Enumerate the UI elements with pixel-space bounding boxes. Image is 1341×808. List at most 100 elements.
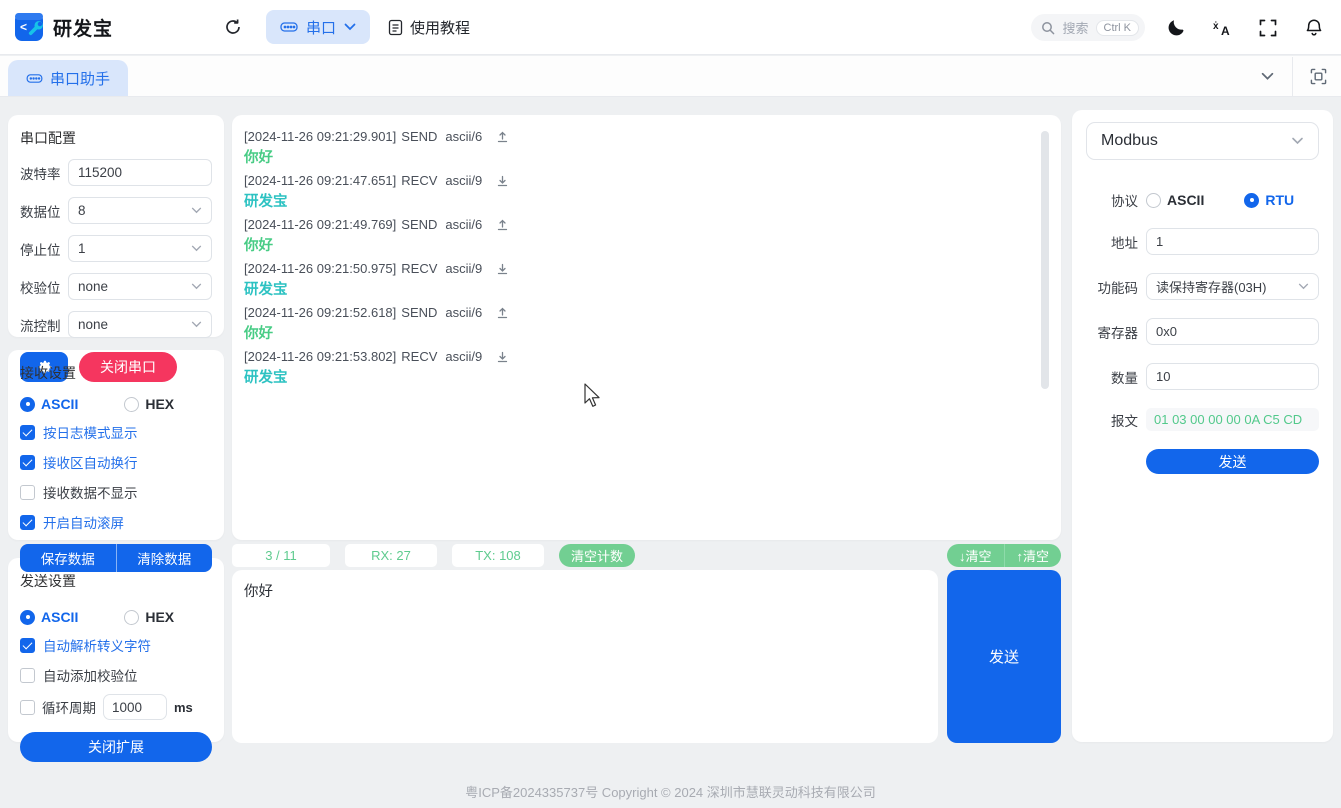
log-entry-header: [2024-11-26 09:21:49.769] SEND ascii/6 (244, 217, 1037, 232)
radio-hex[interactable] (124, 610, 139, 625)
document-icon (388, 19, 403, 36)
tab-serial-assistant[interactable]: 串口助手 (8, 60, 128, 96)
upload-icon[interactable] (497, 219, 508, 231)
hide-data-label: 接收数据不显示 (43, 482, 138, 502)
receive-mode-radios: ASCII HEX (20, 396, 212, 412)
data-bits-select[interactable]: 8 (68, 197, 212, 224)
status-bar: 3 / 11 RX: 27 TX: 108 清空计数 ↓清空 ↑清空 (232, 544, 1061, 567)
upload-icon[interactable] (497, 131, 508, 143)
footer-copyright: 粤ICP备2024335737号 Copyright © 2024 深圳市慧联灵… (0, 782, 1341, 801)
flow-control-label: 流控制 (20, 315, 68, 335)
log-entry: [2024-11-26 09:21:29.901] SEND ascii/6 你… (244, 129, 1037, 167)
log-mode-row: 按日志模式显示 (20, 422, 212, 442)
stop-bits-select[interactable]: 1 (68, 235, 212, 262)
loop-period-checkbox[interactable] (20, 700, 35, 715)
address-label: 地址 (1086, 232, 1138, 252)
tool-menu-button[interactable]: 串口 (266, 10, 370, 44)
search-input[interactable]: 搜索 Ctrl K (1031, 14, 1145, 41)
escape-parse-checkbox[interactable] (20, 638, 35, 653)
function-code-select[interactable]: 读保持寄存器(03H) (1146, 273, 1319, 300)
log-format: ascii/6 (445, 217, 482, 232)
download-icon[interactable] (497, 351, 508, 363)
notification-bell-icon[interactable] (1299, 13, 1329, 43)
clear-data-button[interactable]: 清除数据 (117, 544, 213, 572)
stop-bits-label: 停止位 (20, 239, 68, 259)
serial-config-panel: 串口配置 波特率 115200 数据位 8 停止位 1 (8, 115, 224, 337)
register-input[interactable]: 0x0 (1146, 318, 1319, 345)
dark-mode-toggle[interactable] (1161, 13, 1191, 43)
stop-bits-value: 1 (78, 241, 86, 256)
app-title: 研发宝 (53, 14, 113, 41)
logo-wrap[interactable]: < 研发宝 (0, 12, 218, 42)
download-icon[interactable] (497, 263, 508, 275)
parity-value: none (78, 279, 108, 294)
radio-modbus-rtu[interactable] (1244, 193, 1259, 208)
radio-ascii[interactable] (20, 397, 35, 412)
clear-receive-button[interactable]: ↓清空 (947, 544, 1005, 567)
extension-select[interactable]: Modbus (1086, 122, 1319, 160)
download-icon[interactable] (497, 175, 508, 187)
hide-data-checkbox[interactable] (20, 485, 35, 500)
moon-icon (1167, 18, 1186, 37)
divider (1292, 57, 1293, 97)
svg-text:<: < (20, 20, 27, 34)
auto-scroll-checkbox[interactable] (20, 515, 35, 530)
send-textarea[interactable]: 你好 (232, 570, 938, 743)
modbus-send-button[interactable]: 发送 (1146, 449, 1319, 474)
baud-input[interactable]: 115200 (68, 159, 212, 186)
loop-period-row: 循环周期 1000 ms (20, 694, 212, 720)
refresh-icon[interactable] (218, 12, 248, 42)
tabbar-actions (1252, 56, 1333, 97)
hide-data-row: 接收数据不显示 (20, 482, 212, 502)
log-direction: SEND (401, 129, 437, 144)
quantity-label: 数量 (1086, 367, 1138, 387)
radio-modbus-rtu-label: RTU (1265, 192, 1294, 208)
address-input[interactable]: 1 (1146, 228, 1319, 255)
parity-select[interactable]: none (68, 273, 212, 300)
close-serial-button[interactable]: 关闭串口 (79, 352, 177, 382)
serial-port-icon (280, 21, 298, 33)
maximize-pane-icon[interactable] (1303, 62, 1333, 92)
log-message: 研发宝 (244, 278, 1037, 299)
register-value: 0x0 (1156, 324, 1177, 339)
auto-wrap-checkbox[interactable] (20, 455, 35, 470)
radio-hex-label: HEX (145, 396, 174, 412)
fullscreen-icon[interactable] (1253, 13, 1283, 43)
baud-row: 波特率 115200 (20, 159, 212, 186)
tutorial-link[interactable]: 使用教程 (388, 17, 470, 38)
log-message: 你好 (244, 234, 1037, 255)
send-button[interactable]: 发送 (947, 570, 1061, 743)
panel-title: 串口配置 (20, 128, 212, 148)
radio-ascii[interactable] (20, 610, 35, 625)
quantity-input[interactable]: 10 (1146, 363, 1319, 390)
stop-bits-row: 停止位 1 (20, 235, 212, 262)
receive-log-area[interactable]: [2024-11-26 09:21:29.901] SEND ascii/6 你… (232, 115, 1061, 540)
clear-count-button[interactable]: 清空计数 (559, 544, 635, 567)
loop-period-input[interactable]: 1000 (103, 694, 167, 720)
flow-control-value: none (78, 317, 108, 332)
escape-parse-label: 自动解析转义字符 (43, 635, 151, 655)
radio-modbus-ascii[interactable] (1146, 193, 1161, 208)
main-area: [2024-11-26 09:21:29.901] SEND ascii/6 你… (232, 115, 1061, 743)
log-timestamp: [2024-11-26 09:21:53.802] (244, 349, 396, 364)
radio-hex[interactable] (124, 397, 139, 412)
tab-list-chevron-icon[interactable] (1252, 62, 1282, 92)
log-entry: [2024-11-26 09:21:50.975] RECV ascii/9 研… (244, 261, 1037, 299)
auto-checksum-checkbox[interactable] (20, 668, 35, 683)
close-extension-button[interactable]: 关闭扩展 (20, 732, 212, 762)
chevron-down-icon (191, 207, 202, 214)
log-direction: SEND (401, 217, 437, 232)
log-entry: [2024-11-26 09:21:47.651] RECV ascii/9 研… (244, 173, 1037, 211)
clear-send-button[interactable]: ↑清空 (1005, 544, 1062, 567)
language-toggle[interactable]: ẋ A (1207, 13, 1237, 43)
message-row: 报文 01 03 00 00 00 0A C5 CD (1086, 408, 1319, 431)
upload-icon[interactable] (497, 307, 508, 319)
log-timestamp: [2024-11-26 09:21:50.975] (244, 261, 396, 276)
save-data-button[interactable]: 保存数据 (20, 544, 117, 572)
loop-period-unit: ms (174, 700, 193, 715)
flow-control-select[interactable]: none (68, 311, 212, 338)
loop-period-label: 循环周期 (42, 697, 96, 717)
protocol-row: 协议 ASCII RTU (1086, 190, 1319, 210)
scrollbar-thumb[interactable] (1041, 131, 1049, 389)
log-mode-checkbox[interactable] (20, 425, 35, 440)
